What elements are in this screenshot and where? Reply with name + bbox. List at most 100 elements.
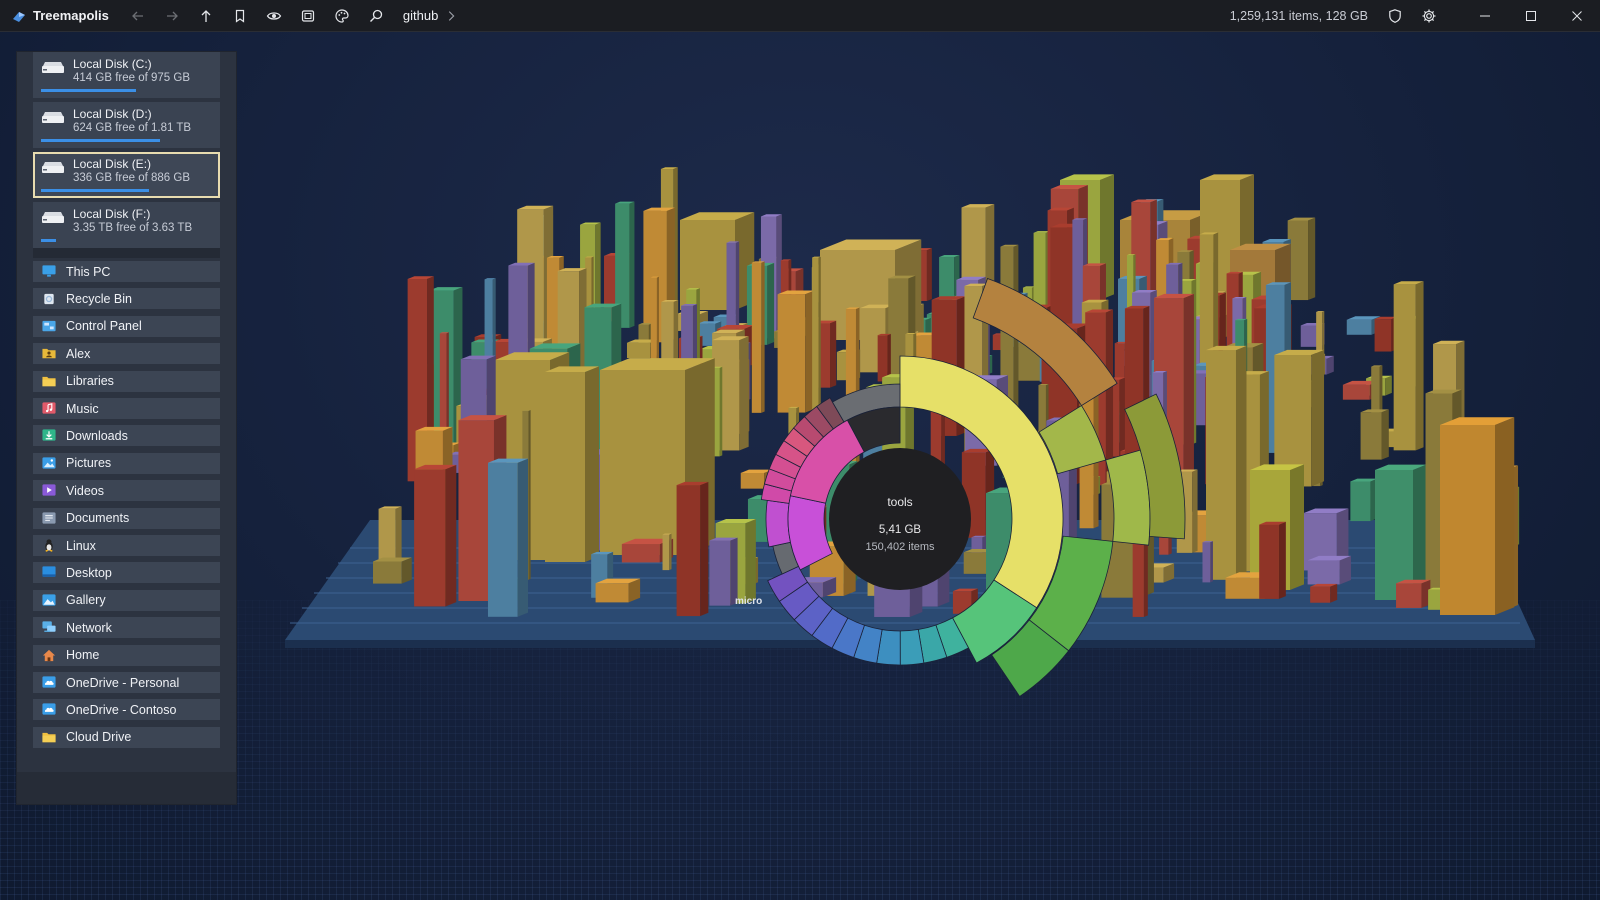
- theme-button[interactable]: [325, 0, 359, 32]
- building: [1440, 417, 1515, 615]
- drive-c[interactable]: Local Disk (C:) 414 GB free of 975 GB: [33, 52, 220, 98]
- building: [662, 533, 672, 571]
- sidebar: Local Disk (C:) 414 GB free of 975 GB Lo…: [17, 52, 236, 804]
- building: [414, 464, 457, 607]
- arrow-right-icon: [166, 11, 178, 20]
- drive-e[interactable]: Local Disk (E:) 336 GB free of 886 GB: [33, 152, 220, 198]
- videos-icon: [41, 484, 57, 498]
- treemap-city-view[interactable]: micro tools 5,41 GB 150,402 items: [0, 0, 1600, 900]
- view-button[interactable]: [257, 0, 291, 32]
- hard-drive-icon: [40, 161, 66, 177]
- sidebar-item-label: Downloads: [66, 428, 128, 443]
- status-summary: 1,259,131 items, 128 GB: [1229, 9, 1368, 23]
- search-icon: [369, 9, 383, 22]
- minimize-button[interactable]: [1462, 0, 1508, 32]
- drive-free-space: 624 GB free of 1.81 TB: [73, 122, 192, 134]
- gallery-icon: [41, 593, 57, 607]
- building: [751, 261, 765, 413]
- sidebar-item-gallery[interactable]: Gallery: [33, 589, 220, 611]
- privacy-button[interactable]: [1378, 0, 1412, 32]
- chevron-right-icon[interactable]: [444, 0, 458, 32]
- up-button[interactable]: [189, 0, 223, 32]
- folder-icon: [41, 730, 57, 744]
- drive-f[interactable]: Local Disk (F:) 3.35 TB free of 3.63 TB: [33, 202, 220, 248]
- settings-button[interactable]: [1412, 0, 1446, 32]
- sidebar-item-label: Pictures: [66, 456, 112, 471]
- building: [1310, 583, 1338, 603]
- drive-name: Local Disk (E:): [73, 157, 152, 171]
- sidebar-item-cloud-drive[interactable]: Cloud Drive: [33, 726, 220, 748]
- user-folder-icon: [41, 347, 57, 361]
- sidebar-item-onedrive-contoso[interactable]: OneDrive - Contoso: [33, 699, 220, 721]
- building: [1375, 464, 1427, 600]
- back-button[interactable]: [121, 0, 155, 32]
- drive-name: Local Disk (C:): [73, 57, 152, 71]
- sidebar-item-label: Recycle Bin: [66, 291, 132, 306]
- minimize-icon: [1480, 15, 1490, 17]
- sidebar-item-home[interactable]: Home: [33, 644, 220, 666]
- sidebar-item-control-panel[interactable]: Control Panel: [33, 315, 220, 337]
- sidebar-item-label: Libraries: [66, 374, 114, 389]
- breadcrumb-current[interactable]: github: [403, 8, 438, 23]
- sidebar-item-libraries[interactable]: Libraries: [33, 370, 220, 392]
- building: [1202, 541, 1213, 583]
- forward-button[interactable]: [155, 0, 189, 32]
- sidebar-item-documents[interactable]: Documents: [33, 507, 220, 529]
- district-label: micro: [735, 596, 762, 607]
- app-title: Treemapolis: [33, 8, 109, 23]
- sidebar-item-desktop[interactable]: Desktop: [33, 562, 220, 584]
- hard-drive-icon: [40, 211, 66, 227]
- sidebar-item-music[interactable]: Music: [33, 398, 220, 419]
- search-button[interactable]: [359, 0, 393, 32]
- palette-icon: [335, 8, 349, 23]
- sunburst-center-items: 150,402 items: [865, 541, 935, 553]
- folder-icon: [41, 374, 57, 388]
- home-icon: [41, 648, 57, 662]
- drive-free-space: 3.35 TB free of 3.63 TB: [73, 222, 193, 234]
- sidebar-item-alex[interactable]: Alex: [33, 343, 220, 365]
- sidebar-item-network[interactable]: Network: [33, 617, 220, 639]
- bookmark-button[interactable]: [223, 0, 257, 32]
- sidebar-item-label: Desktop: [66, 565, 112, 580]
- linux-icon: [41, 539, 57, 553]
- sidebar-item-videos[interactable]: Videos: [33, 480, 220, 502]
- drive-usage-bar: [41, 139, 160, 142]
- drive-usage-bar: [41, 239, 56, 242]
- sidebar-item-label: Network: [66, 620, 112, 635]
- sidebar-item-label: This PC: [66, 264, 111, 279]
- sidebar-item-label: OneDrive - Personal: [66, 675, 180, 690]
- maximize-button[interactable]: [1508, 0, 1554, 32]
- building: [777, 290, 815, 413]
- building: [1396, 579, 1431, 608]
- close-icon: [1572, 11, 1582, 21]
- control-panel-icon: [41, 319, 57, 333]
- network-icon: [41, 621, 57, 635]
- drive-d[interactable]: Local Disk (D:) 624 GB free of 1.81 TB: [33, 102, 220, 148]
- sidebar-item-recycle-bin[interactable]: Recycle Bin: [33, 288, 220, 310]
- sidebar-item-pictures[interactable]: Pictures: [33, 452, 220, 474]
- hard-drive-icon: [40, 111, 66, 127]
- sidebar-item-label: Linux: [66, 538, 96, 553]
- title-bar: Treemapolis github 1,259,131 items, 128 …: [0, 0, 1600, 32]
- recycle-bin-icon: [41, 292, 57, 306]
- sidebar-item-linux[interactable]: Linux: [33, 535, 220, 556]
- screenshot-button[interactable]: [291, 0, 325, 32]
- sidebar-item-label: Home: [66, 648, 100, 663]
- sidebar-item-label: Alex: [66, 346, 91, 361]
- drive-usage-bar: [41, 89, 136, 92]
- sidebar-item-label: Control Panel: [66, 319, 142, 334]
- sidebar-item-downloads[interactable]: Downloads: [33, 425, 220, 447]
- sidebar-item-label: OneDrive - Contoso: [66, 702, 177, 717]
- sidebar-item-label: Music: [66, 401, 99, 416]
- building: [545, 366, 599, 562]
- monitor-icon: [41, 265, 57, 279]
- building: [1360, 409, 1389, 460]
- sidebar-item-this-pc[interactable]: This PC: [33, 261, 220, 282]
- eye-icon: [266, 11, 282, 20]
- app-logo-icon: [11, 8, 27, 24]
- close-button[interactable]: [1554, 0, 1600, 32]
- sunburst-center[interactable]: tools 5,41 GB 150,402 items: [829, 448, 971, 590]
- sidebar-footer: [17, 772, 236, 804]
- building: [1393, 281, 1424, 451]
- sidebar-item-onedrive-personal[interactable]: OneDrive - Personal: [33, 672, 220, 693]
